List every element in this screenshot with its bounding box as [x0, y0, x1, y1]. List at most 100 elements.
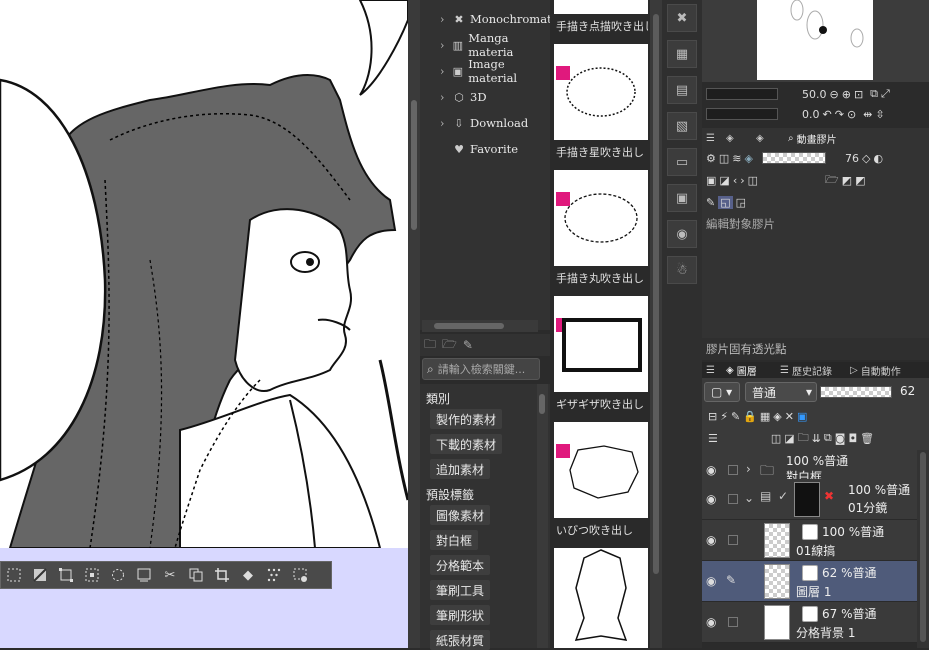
scrollbar-thumb[interactable] — [539, 394, 545, 414]
copy-paste-icon[interactable] — [185, 564, 207, 586]
chevron-right-icon[interactable]: › — [440, 13, 448, 26]
toolbar-settings-icon[interactable] — [289, 564, 311, 586]
zoom-slider[interactable] — [706, 88, 778, 100]
canvas-vertical-scrollbar[interactable] — [408, 0, 420, 648]
layer-row-frame-background[interactable]: ◉ 67 %普通 分格背景 1 — [702, 602, 929, 643]
navigator-preview[interactable] — [757, 0, 873, 80]
tab-history[interactable]: ☰ 歷史記錄 — [780, 362, 832, 378]
thumbnail-scrollbar[interactable] — [650, 0, 662, 648]
cel-link-icon[interactable]: ◲ — [736, 196, 746, 209]
material-thumbnail[interactable] — [554, 170, 648, 266]
rotate-right-icon[interactable]: ↷ — [835, 108, 844, 121]
stepper-icon[interactable]: ◇ — [862, 152, 870, 165]
tab-layer[interactable]: ◈ 圖層 — [726, 362, 757, 378]
blend-mode-select[interactable]: 普通 ▾ — [745, 382, 817, 402]
color-circle-icon[interactable]: ◐ — [873, 152, 883, 165]
lock-transparent-icon[interactable]: ▦ — [760, 410, 770, 423]
visibility-eye-icon[interactable]: ◉ — [706, 492, 722, 506]
fit-icon[interactable]: ⊡ — [854, 88, 863, 101]
layer-lock-checkbox[interactable] — [728, 494, 738, 504]
cel-more-icon[interactable]: ◩ — [855, 174, 865, 187]
draft-icon[interactable]: ✎ — [731, 410, 740, 423]
zoom-in-icon[interactable]: ⊕ — [842, 88, 851, 101]
layer-row-layer-1[interactable]: ◉ ✎ 62 %普通 圖層 1 — [702, 561, 929, 602]
rotate-slider[interactable] — [706, 108, 778, 120]
visibility-eye-icon[interactable]: ◉ — [706, 615, 722, 629]
lock-icon[interactable]: 🔒 — [743, 410, 757, 423]
tab-layer-property-1[interactable]: ☰ — [706, 130, 715, 146]
new-folder-icon[interactable]: 🗀 — [424, 335, 436, 356]
fill-bucket-icon[interactable]: ◆ — [237, 564, 259, 586]
tree-item-download[interactable]: › ⇩ Download — [440, 112, 528, 134]
tag-frame-template[interactable]: 分格範本 — [430, 555, 491, 575]
layer-row-lineart[interactable]: ◉ 100 %普通 01線搞 — [702, 520, 929, 561]
shrink-selection-icon[interactable] — [3, 564, 25, 586]
chevron-right-icon[interactable]: › — [440, 117, 448, 130]
layer-row-storyboard[interactable]: ◉ ⌄ ▤ ✓ ✖ 100 %普通 01分鏡 — [702, 479, 929, 520]
apply-mask-icon[interactable]: ◘ — [848, 432, 857, 445]
cel-icon[interactable]: ▣ — [706, 174, 716, 187]
tab-layer-property-2[interactable]: ◈ — [726, 130, 734, 146]
paste-material-icon[interactable]: ▤ — [667, 76, 697, 104]
arrow-left-icon[interactable]: ‹ — [733, 174, 737, 187]
mask-add-icon[interactable]: ◙ — [835, 432, 846, 445]
clip-icon[interactable]: ⊟ — [708, 410, 717, 423]
visibility-eye-icon[interactable]: ◉ — [706, 463, 722, 477]
layer-lock-checkbox[interactable] — [728, 617, 738, 627]
scrollbar-thumb[interactable] — [653, 14, 659, 574]
layer-color-swatch-icon[interactable]: ▣ — [797, 410, 807, 423]
camera-icon[interactable]: ◉ — [667, 220, 697, 248]
rotate-left-icon[interactable]: ↶ — [823, 108, 832, 121]
tab-auto-action[interactable]: ▷ 自動動作 — [850, 362, 901, 378]
expand-selection-icon[interactable] — [107, 564, 129, 586]
scale-icon[interactable] — [81, 564, 103, 586]
new-vector-layer-icon[interactable]: ◪ — [784, 432, 794, 445]
tag-downloaded-materials[interactable]: 下載的素材 — [430, 434, 503, 454]
chevron-right-icon[interactable]: › — [440, 65, 447, 78]
tag-list-scrollbar[interactable] — [537, 384, 548, 648]
ruler-icon[interactable]: ✕ — [785, 410, 794, 423]
chevron-right-icon[interactable]: › — [440, 39, 447, 52]
layer-opacity-slider[interactable] — [820, 386, 892, 398]
effect-icon[interactable]: ⚙ — [706, 152, 716, 165]
material-thumbnail[interactable] — [554, 296, 648, 392]
tree-item-3d[interactable]: › ⬡ 3D — [440, 86, 487, 108]
tree-item-favorite[interactable]: ♥ Favorite — [440, 138, 518, 160]
border-icon[interactable]: ◫ — [719, 152, 729, 165]
folder-open-icon[interactable]: 🗁 — [825, 171, 839, 190]
search-input[interactable] — [437, 362, 534, 376]
layer-list-scrollbar[interactable] — [917, 450, 929, 648]
transform-icon[interactable] — [55, 564, 77, 586]
crop-icon[interactable] — [211, 564, 233, 586]
cut-icon[interactable]: ✂ — [159, 564, 181, 586]
fullscreen-icon[interactable]: ⤢ — [881, 87, 890, 101]
tab-animation-cel[interactable]: ⌕ 動畫膠片 — [788, 130, 837, 146]
cel-add-icon[interactable]: ◫ — [748, 174, 758, 187]
image-material-icon[interactable]: ▭ — [667, 148, 697, 176]
tag-paper-texture[interactable]: 紙張材質 — [430, 630, 491, 650]
tree-item-image-material[interactable]: › ▣ Image material — [440, 57, 550, 85]
tab-layer-property-3[interactable]: ◈ — [756, 130, 764, 146]
scrollbar-thumb[interactable] — [920, 452, 926, 642]
edit-folder-icon[interactable]: ✎ — [463, 338, 473, 352]
flip-horizontal-icon[interactable]: ⇹ — [863, 108, 872, 121]
image-add-icon[interactable]: ▣ — [667, 184, 697, 212]
selection-layer-icon[interactable] — [133, 564, 155, 586]
scrollbar-thumb[interactable] — [434, 323, 504, 329]
layer-color-icon[interactable]: ◈ — [745, 152, 753, 165]
merge-icon[interactable]: ⧉ — [824, 431, 832, 445]
reference-icon[interactable]: ⚡ — [720, 410, 728, 423]
fill-selection-icon[interactable] — [29, 564, 51, 586]
cel-select-icon[interactable]: ◱ — [718, 195, 733, 209]
material-thumbnail[interactable] — [554, 0, 648, 14]
cel-copy-icon[interactable]: ◪ — [719, 174, 729, 187]
zoom-out-icon[interactable]: ⊖ — [830, 88, 839, 101]
tag-brush-shape[interactable]: 筆刷形狀 — [430, 605, 491, 625]
delete-material-icon[interactable]: ✖ — [667, 4, 697, 32]
material-thumbnail[interactable] — [554, 44, 648, 140]
tone-icon[interactable] — [263, 564, 285, 586]
chevron-down-icon[interactable]: ⌄ — [744, 491, 754, 505]
new-folder-icon[interactable]: 🗀 — [798, 429, 809, 448]
layer-color-select[interactable]: ▢ ▾ — [704, 382, 740, 402]
mask-icon[interactable]: ◈ — [773, 410, 781, 423]
